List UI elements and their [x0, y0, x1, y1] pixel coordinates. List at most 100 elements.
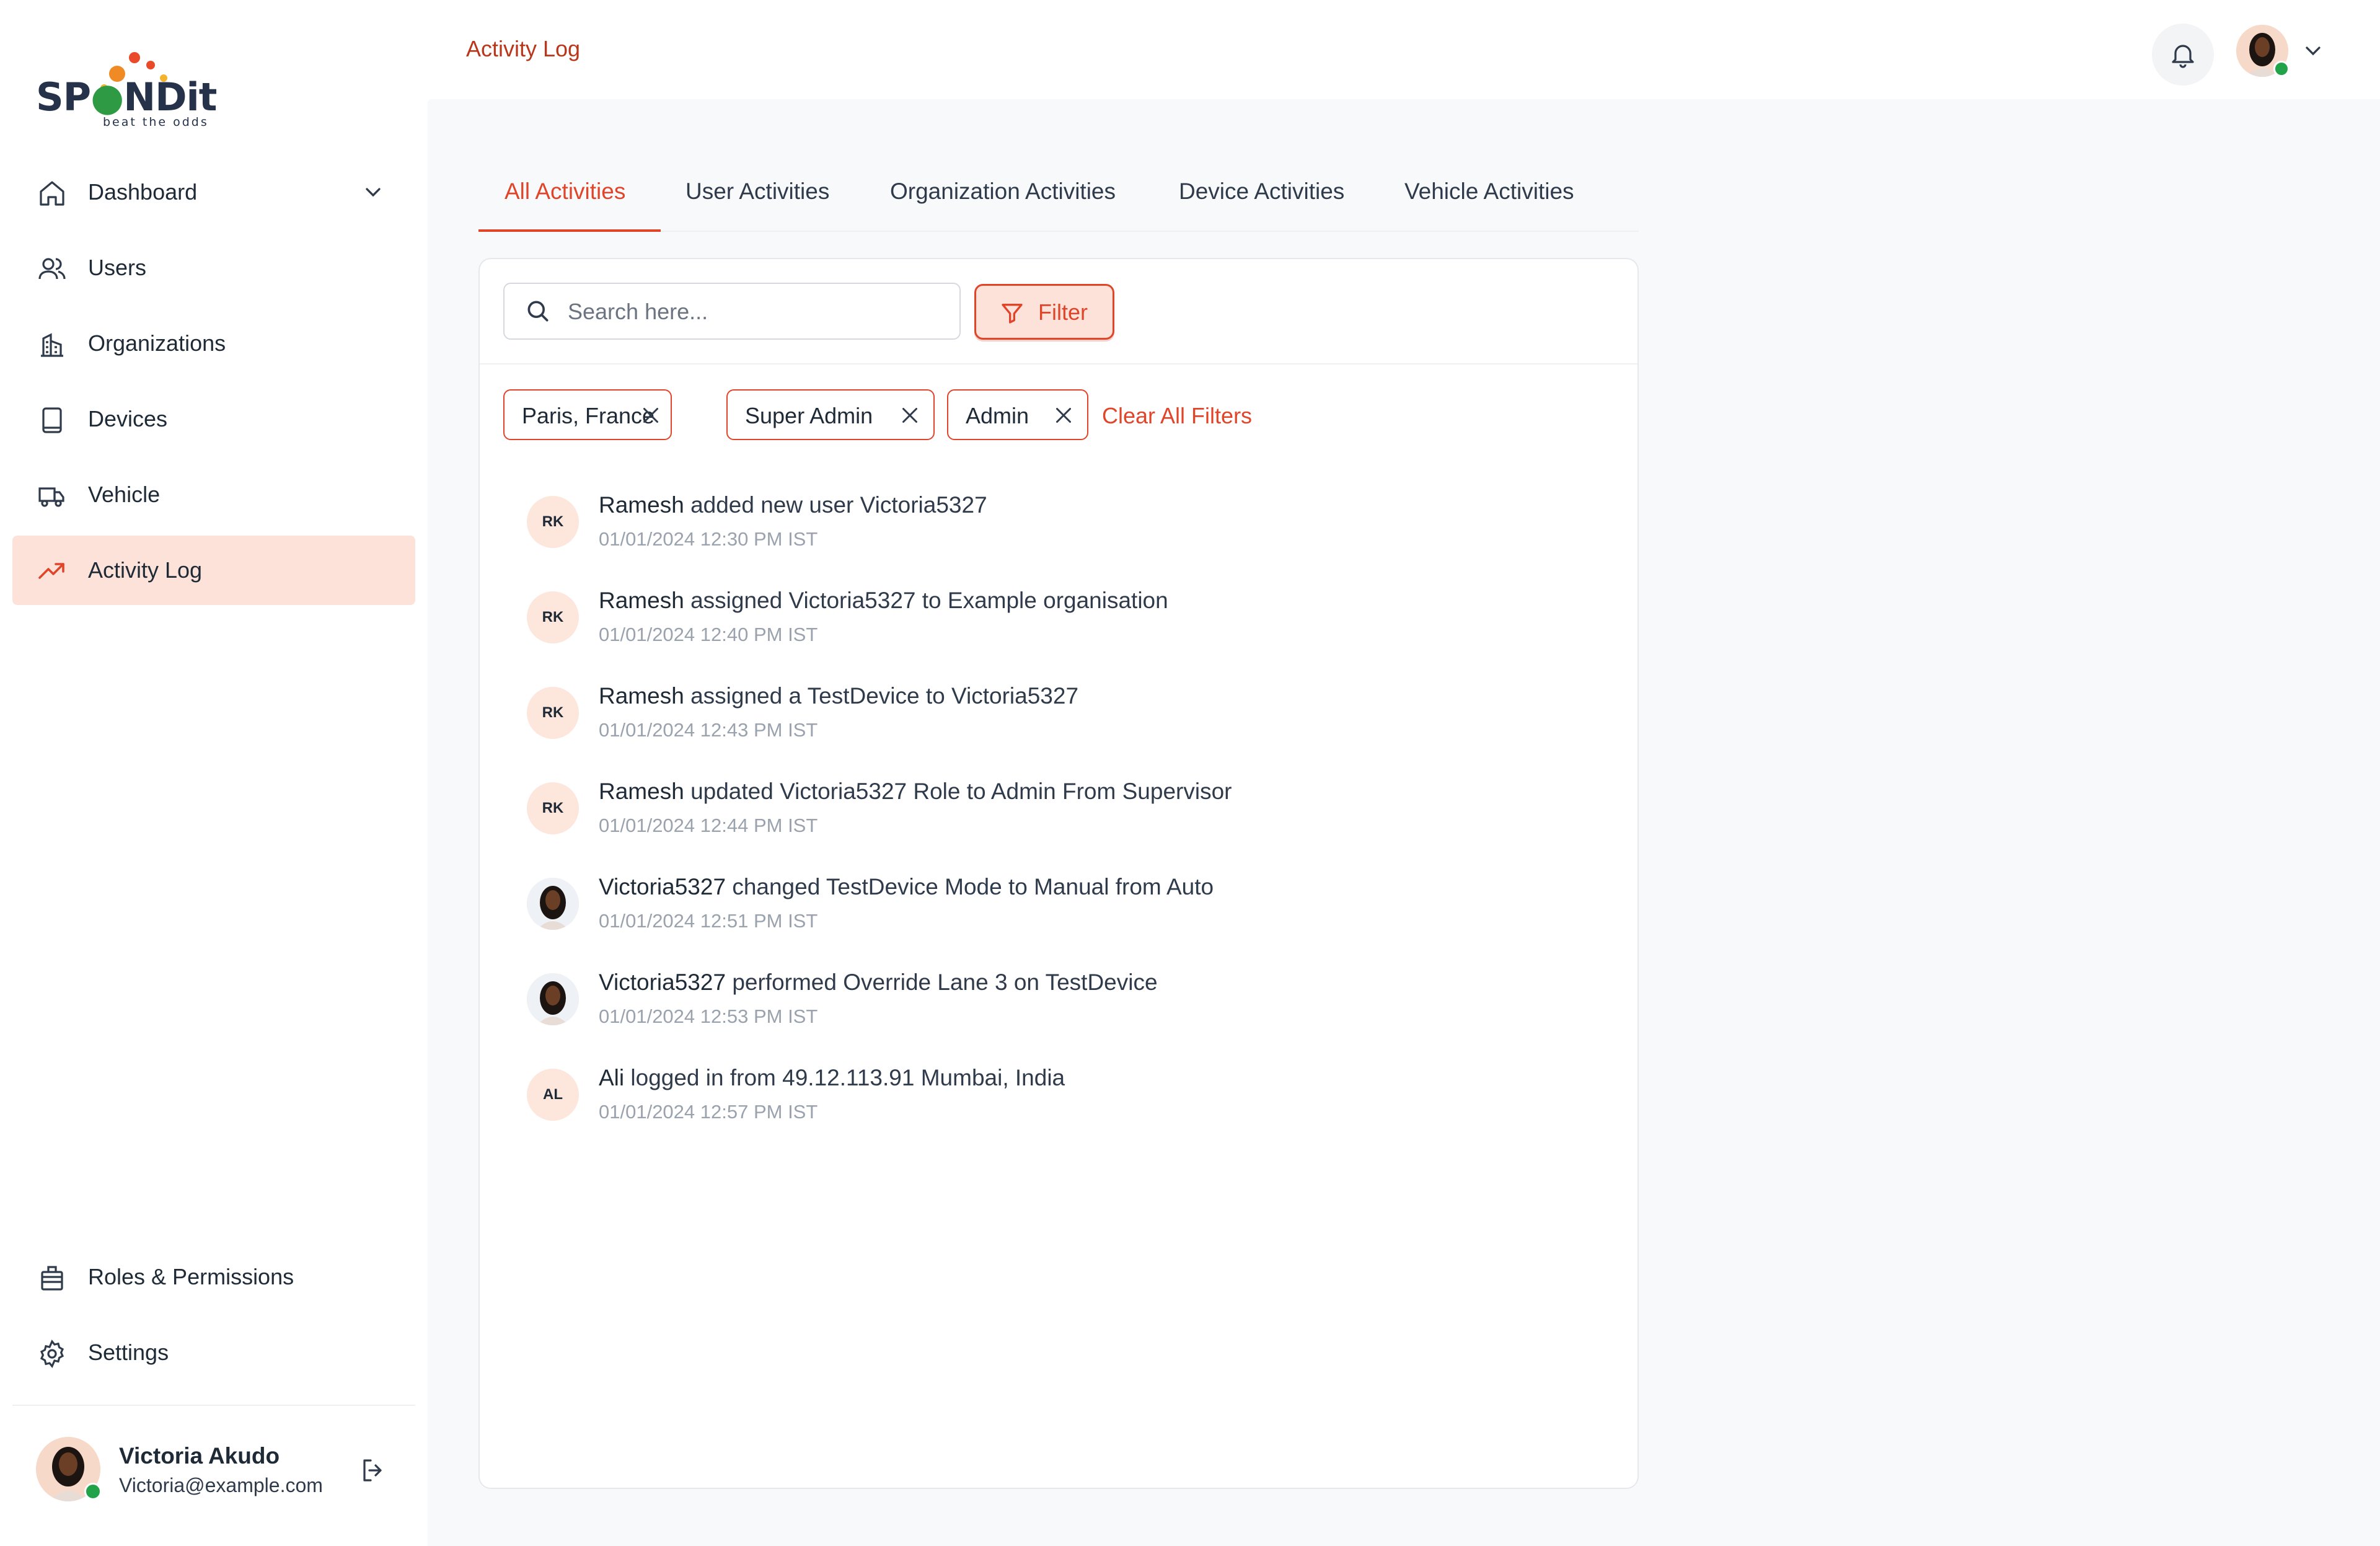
activity-item: RK Ramesh assigned a TestDevice to Victo…	[527, 683, 1618, 765]
tab-organization-activities[interactable]: Organization Activities	[890, 179, 1116, 205]
breadcrumb[interactable]: Activity Log	[466, 36, 580, 62]
logo-wordmark: SP●NDit	[36, 74, 217, 120]
sidebar-item-roles-permissions[interactable]: Roles & Permissions	[12, 1242, 415, 1312]
sidebar-item-settings[interactable]: Settings	[12, 1318, 415, 1387]
card-divider	[480, 363, 1637, 364]
notification-button[interactable]	[2152, 24, 2214, 86]
online-status-dot	[2273, 61, 2290, 77]
sidebar-item-label: Organizations	[88, 330, 226, 356]
close-icon[interactable]	[1052, 404, 1075, 426]
activity-item: RK Ramesh updated Victoria5327 Role to A…	[527, 779, 1618, 860]
user-email: Victoria@example.com	[119, 1474, 323, 1496]
avatar: RK	[527, 591, 579, 643]
truck-icon	[38, 487, 64, 507]
tab-device-activities[interactable]: Device Activities	[1179, 179, 1344, 205]
activity-actor[interactable]: Victoria5327	[599, 874, 726, 899]
activity-actor[interactable]: Ramesh	[599, 683, 684, 709]
filter-button[interactable]: Filter	[974, 284, 1114, 340]
activity-timestamp: 01/01/2024 12:40 PM IST	[599, 624, 818, 645]
tab-user-activities[interactable]: User Activities	[685, 179, 829, 205]
chevron-down-icon[interactable]	[2301, 38, 2325, 63]
sidebar-item-label: Dashboard	[88, 179, 198, 205]
sidebar-item-users[interactable]: Users	[12, 233, 415, 303]
search-input[interactable]	[566, 295, 941, 329]
activity-action: assigned Victoria5327 to Example organis…	[690, 588, 1168, 613]
activity-actor[interactable]: Ramesh	[599, 492, 684, 518]
spondit-logo: SP●NDit beat the odds	[36, 46, 222, 133]
chevron-down-icon[interactable]	[361, 180, 386, 205]
filter-chip-label: Super Admin	[745, 403, 873, 428]
activity-item: AL Ali logged in from 49.12.113.91 Mumba…	[527, 1065, 1618, 1147]
filter-chip[interactable]: Admin	[947, 389, 1088, 440]
device-icon	[42, 407, 62, 433]
logo-tagline: beat the odds	[103, 115, 209, 129]
search-box[interactable]	[503, 283, 961, 340]
gear-icon	[40, 1339, 64, 1369]
search-icon	[527, 301, 549, 322]
close-icon[interactable]	[899, 404, 921, 426]
activity-action: updated Victoria5327 Role to Admin From …	[690, 779, 1232, 804]
sidebar-item-label: Roles & Permissions	[88, 1264, 294, 1289]
activity-text: Ramesh added new user Victoria5327	[599, 492, 987, 518]
activity-action: logged in from 49.12.113.91 Mumbai, Indi…	[630, 1065, 1065, 1090]
avatar-initials: AL	[543, 1086, 563, 1103]
sidebar-item-label: Vehicle	[88, 482, 161, 507]
sidebar-item-devices[interactable]: Devices	[12, 384, 415, 454]
activity-text: Ramesh assigned a TestDevice to Victoria…	[599, 683, 1078, 709]
tab-all-activities[interactable]: All Activities	[505, 179, 625, 205]
activity-item: Victoria5327 performed Override Lane 3 o…	[527, 970, 1618, 1051]
filter-chip-label: Admin	[966, 403, 1029, 428]
sidebar-item-activity-log[interactable]: Activity Log	[12, 536, 415, 605]
briefcase-icon	[41, 1266, 63, 1291]
activity-item: RK Ramesh added new user Victoria5327 01…	[527, 492, 1618, 574]
activity-card	[478, 258, 1639, 1489]
sidebar-item-label: Activity Log	[88, 557, 203, 583]
activity-item: Victoria5327 changed TestDevice Mode to …	[527, 874, 1618, 956]
logout-icon[interactable]	[358, 1455, 388, 1485]
filter-chip[interactable]: Paris, France	[503, 389, 672, 440]
activity-text: Victoria5327 changed TestDevice Mode to …	[599, 874, 1214, 900]
tab-vehicle-activities[interactable]: Vehicle Activities	[1404, 179, 1574, 205]
sidebar-item-label: Users	[88, 255, 147, 280]
activity-text: Victoria5327 performed Override Lane 3 o…	[599, 970, 1158, 996]
avatar: AL	[527, 1069, 579, 1121]
activity-action: changed TestDevice Mode to Manual from A…	[732, 874, 1214, 899]
filter-icon	[1002, 304, 1023, 324]
activity-timestamp: 01/01/2024 12:43 PM IST	[599, 719, 818, 741]
close-icon[interactable]	[640, 404, 662, 426]
activity-actor[interactable]: Ali	[599, 1065, 624, 1090]
trend-up-icon	[38, 563, 64, 579]
user-name: Victoria Akudo	[119, 1443, 280, 1469]
activity-actor[interactable]: Ramesh	[599, 779, 684, 804]
users-icon	[38, 258, 66, 280]
filter-chip-label: Paris, France	[522, 403, 655, 428]
avatar-initials: RK	[542, 513, 564, 530]
avatar-initials: RK	[542, 609, 564, 625]
sidebar-item-organizations[interactable]: Organizations	[12, 309, 415, 378]
activity-timestamp: 01/01/2024 12:53 PM IST	[599, 1005, 818, 1027]
sidebar-item-label: Devices	[88, 406, 168, 431]
online-status-dot	[84, 1483, 102, 1500]
home-icon	[40, 181, 64, 206]
avatar: RK	[527, 782, 579, 834]
sidebar-divider	[12, 1405, 415, 1406]
clear-all-filters-link[interactable]: Clear All Filters	[1102, 403, 1252, 429]
activity-timestamp: 01/01/2024 12:30 PM IST	[599, 528, 818, 550]
sidebar-item-label: Settings	[88, 1340, 169, 1365]
sidebar-item-dashboard[interactable]: Dashboard	[12, 157, 415, 227]
sidebar-item-vehicle[interactable]: Vehicle	[12, 460, 415, 529]
activity-action: assigned a TestDevice to Victoria5327	[690, 683, 1079, 709]
avatar-photo	[527, 973, 579, 1025]
bell-icon	[2172, 45, 2194, 68]
activity-text: Ali logged in from 49.12.113.91 Mumbai, …	[599, 1065, 1065, 1091]
activity-actor[interactable]: Victoria5327	[599, 970, 726, 995]
filter-chip[interactable]: Super Admin	[726, 389, 935, 440]
activity-text: Ramesh assigned Victoria5327 to Example …	[599, 588, 1168, 614]
avatar-initials: RK	[542, 800, 564, 816]
activity-actor[interactable]: Ramesh	[599, 588, 684, 613]
activity-action: performed Override Lane 3 on TestDevice	[732, 970, 1158, 995]
activity-item: RK Ramesh assigned Victoria5327 to Examp…	[527, 588, 1618, 669]
activity-action: added new user Victoria5327	[690, 492, 987, 518]
avatar: RK	[527, 687, 579, 739]
avatar-photo	[527, 878, 579, 930]
